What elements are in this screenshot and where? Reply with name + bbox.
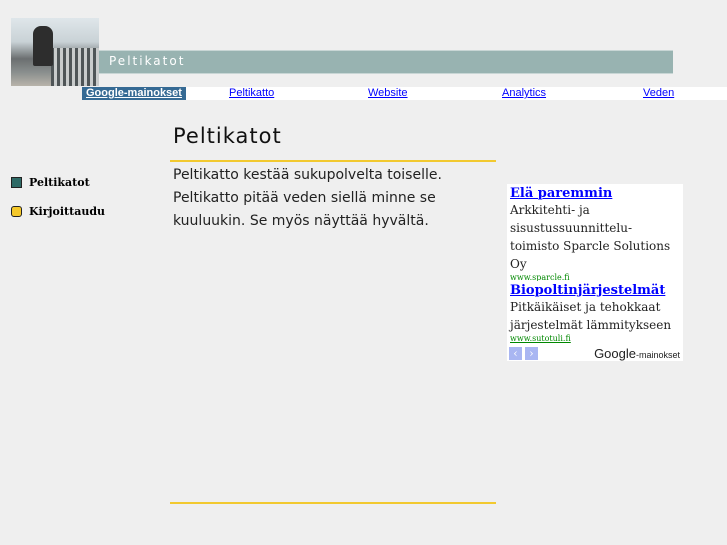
- logo-image: [11, 18, 99, 86]
- nav-website[interactable]: Website: [368, 87, 408, 100]
- sidebar-label: Kirjoittaudu: [29, 205, 106, 218]
- body-text: Peltikatto kestää sukupolvelta toiselle.…: [173, 167, 442, 229]
- ad-title[interactable]: Elä paremmin: [510, 186, 683, 201]
- nav-google-mainokset[interactable]: Google-mainokset: [82, 87, 186, 100]
- ad-url[interactable]: www.sutotuli.fi: [510, 334, 683, 343]
- banner-title: Peltikatot: [109, 54, 186, 68]
- sidebar-item-peltikatot[interactable]: Peltikatot: [11, 176, 90, 189]
- chevron-right-icon[interactable]: ›: [525, 347, 538, 360]
- square-yellow-icon: [11, 206, 22, 217]
- brand: Google: [594, 346, 636, 361]
- ad-description: Pitkäikäiset ja tehokkaat järjestelmät l…: [510, 300, 672, 332]
- sidebar-label: Peltikatot: [29, 176, 90, 189]
- divider: [170, 502, 496, 504]
- brand-suffix: -mainokset: [635, 350, 680, 360]
- nav-analytics[interactable]: Analytics: [502, 87, 546, 100]
- google-ads-logo[interactable]: Google-mainokset: [594, 346, 680, 361]
- square-teal-icon: [11, 177, 22, 188]
- page-title: Peltikatot: [173, 124, 282, 148]
- ad-description: Arkkitehti- ja sisustussuunnittelu- toim…: [510, 203, 671, 271]
- sidebar-item-kirjoittaudu[interactable]: Kirjoittaudu: [11, 205, 105, 218]
- nav-veden[interactable]: Veden: [643, 87, 674, 100]
- nav-peltikatto[interactable]: Peltikatto: [229, 87, 274, 100]
- divider: [170, 160, 496, 162]
- chevron-left-icon[interactable]: ‹: [509, 347, 522, 360]
- header-banner: Peltikatot: [99, 50, 673, 74]
- ad-block: Elä paremmin Arkkitehti- ja sisustussuun…: [507, 184, 683, 361]
- ad-url[interactable]: www.sparcle.fi: [510, 273, 683, 281]
- top-nav: Google-mainokset Peltikatto Website Anal…: [82, 87, 727, 100]
- ad-title[interactable]: Biopoltinjärjestelmät: [510, 283, 683, 298]
